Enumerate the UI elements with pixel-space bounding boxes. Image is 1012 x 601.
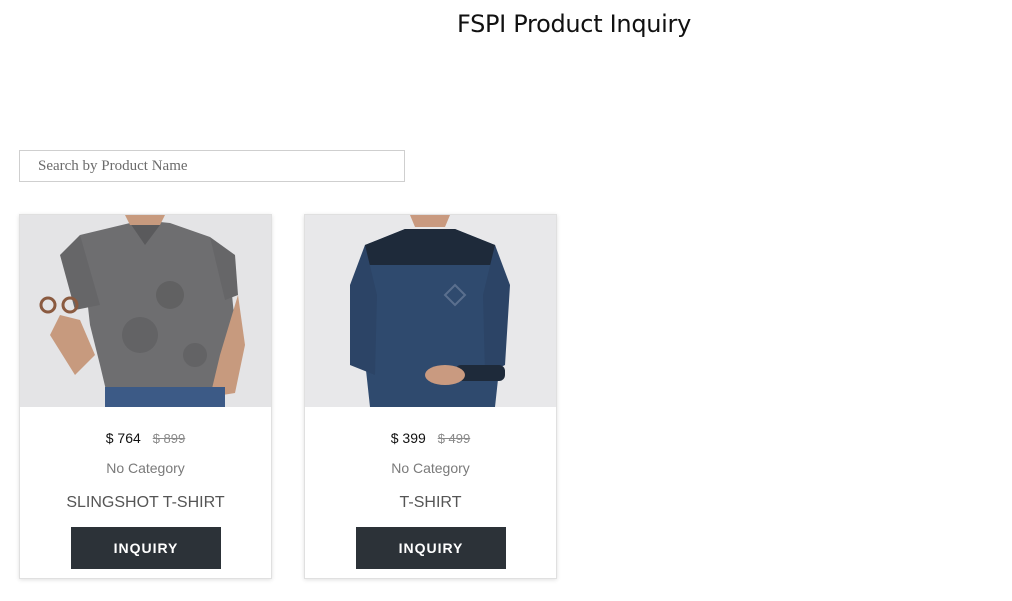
product-image[interactable]: [20, 215, 271, 407]
original-price: $ 499: [437, 431, 471, 446]
current-price: $ 764: [105, 430, 141, 446]
product-image[interactable]: [305, 215, 556, 407]
page-title: FSPI Product Inquiry: [456, 10, 692, 38]
product-name[interactable]: SLINGSHOT T-SHIRT: [20, 494, 271, 512]
original-price: $ 899: [152, 431, 186, 446]
inquiry-button[interactable]: INQUIRY: [356, 527, 506, 569]
product-card: $ 399 $ 499 No Category T-SHIRT INQUIRY: [304, 214, 557, 579]
current-price: $ 399: [390, 430, 426, 446]
inquiry-button[interactable]: INQUIRY: [71, 527, 221, 569]
product-name[interactable]: T-SHIRT: [305, 494, 556, 512]
price-row: $ 399 $ 499: [305, 430, 556, 446]
product-category: No Category: [391, 460, 470, 476]
search-input[interactable]: [19, 150, 405, 182]
product-card: $ 764 $ 899 No Category SLINGSHOT T-SHIR…: [19, 214, 272, 579]
product-category: No Category: [106, 460, 185, 476]
price-row: $ 764 $ 899: [20, 430, 271, 446]
